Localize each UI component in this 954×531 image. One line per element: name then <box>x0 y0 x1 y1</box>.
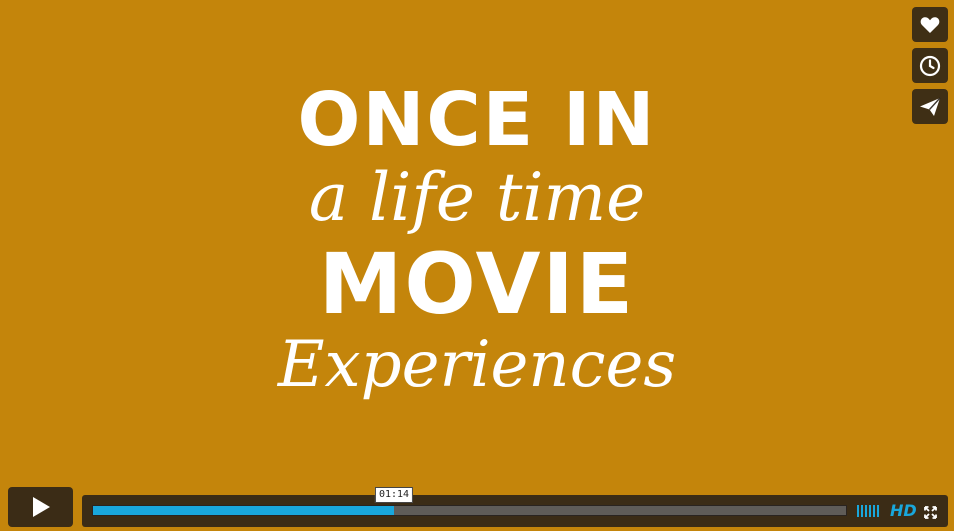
title-line-2: a life time <box>308 159 646 236</box>
title-line-1: ONCE IN <box>297 77 657 163</box>
like-button[interactable] <box>912 7 948 42</box>
paper-plane-icon <box>920 97 941 116</box>
progress-played <box>93 506 395 515</box>
title-line-4: Experiences <box>277 328 677 402</box>
video-player: ONCE IN a life time MOVIE Experiences HD… <box>0 0 954 531</box>
clock-icon <box>919 55 941 76</box>
fullscreen-button[interactable] <box>924 504 937 523</box>
controls-bar: HD <box>82 495 948 527</box>
watch-later-button[interactable] <box>912 48 948 83</box>
fullscreen-icon <box>924 506 937 519</box>
play-icon <box>32 497 50 517</box>
title-line-3: MOVIE <box>318 235 636 333</box>
progress-bar[interactable] <box>92 505 847 516</box>
hd-button[interactable]: HD <box>890 501 917 520</box>
side-actions <box>912 7 948 124</box>
video-title-card: ONCE IN a life time MOVIE Experiences <box>0 80 954 400</box>
time-tooltip: 01:14 <box>374 487 414 503</box>
play-button[interactable] <box>8 487 73 527</box>
share-button[interactable] <box>912 89 948 124</box>
heart-icon <box>920 16 940 33</box>
volume-bars-icon[interactable] <box>857 505 879 517</box>
